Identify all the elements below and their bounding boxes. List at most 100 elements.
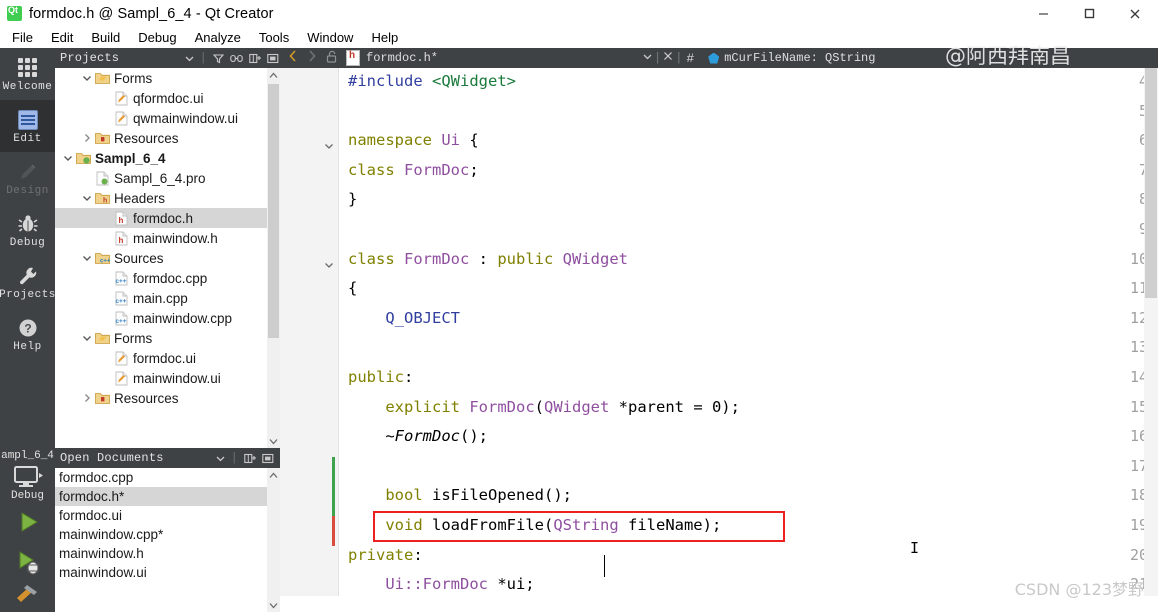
chevron-down-icon[interactable] [80, 73, 94, 83]
tree-item-mainwindow-cpp[interactable]: c++ mainwindow.cpp [55, 308, 280, 328]
start-debugging-button[interactable] [0, 542, 55, 582]
editor-file-tab[interactable]: formdoc.h* [346, 50, 438, 66]
link-icon[interactable] [230, 53, 243, 64]
qt-creator-window: formdoc.h @ Sampl_6_4 - Qt Creator FileE… [0, 0, 1158, 612]
project-tree[interactable]: Forms qformdoc.ui qwmainwindow.ui Resources… [55, 68, 280, 448]
filter-icon[interactable] [213, 53, 224, 64]
tree-item-formdoc-h[interactable]: h formdoc.h [55, 208, 280, 228]
open-document-item[interactable]: formdoc.h* [55, 487, 280, 506]
menu-item-debug[interactable]: Debug [129, 28, 185, 47]
close-icon[interactable] [663, 51, 673, 65]
open-document-item[interactable]: formdoc.cpp [55, 468, 280, 487]
menu-item-help[interactable]: Help [362, 28, 407, 47]
chevron-right-icon[interactable] [80, 393, 94, 403]
chevron-down-icon[interactable] [61, 153, 75, 163]
unlocked-icon[interactable] [326, 50, 338, 67]
tree-item-sampl-6-4-pro[interactable]: Sampl_6_4.pro [55, 168, 280, 188]
svg-text:h: h [119, 236, 124, 245]
mode-button-design: Design [0, 152, 55, 204]
menu-item-edit[interactable]: Edit [42, 28, 82, 47]
chevron-down-icon[interactable] [80, 333, 94, 343]
tree-item-sources[interactable]: c++ Sources [55, 248, 280, 268]
svg-text:c++: c++ [115, 318, 126, 325]
mouse-cursor-ibeam: I [910, 539, 920, 557]
editor-scrollbar[interactable] [1144, 68, 1158, 612]
maximize-icon[interactable] [1066, 0, 1112, 27]
mode-button-debug[interactable]: Debug [0, 204, 55, 256]
chevron-down-icon[interactable] [216, 454, 225, 463]
document-edit-icon [17, 108, 38, 132]
mode-button-welcome[interactable]: Welcome [0, 48, 55, 100]
kit-selector-bar: ampl_6_4 Debug [0, 446, 55, 612]
chevron-right-icon[interactable] [307, 50, 317, 66]
open-document-label: mainwindow.ui [59, 565, 147, 580]
split-add-icon[interactable] [249, 53, 261, 64]
mode-button-help[interactable]: ? Help [0, 308, 55, 360]
tree-item-mainwindow-ui[interactable]: mainwindow.ui [55, 368, 280, 388]
split-add-icon[interactable] [244, 453, 256, 464]
tree-item-qwmainwindow-ui[interactable]: qwmainwindow.ui [55, 108, 280, 128]
scroll-down-icon[interactable] [267, 598, 280, 612]
tree-item-resources[interactable]: Resources [55, 128, 280, 148]
menu-item-tools[interactable]: Tools [250, 28, 298, 47]
question-mark-icon: ? [17, 316, 39, 340]
pro-file-icon [94, 171, 111, 186]
mode-button-projects[interactable]: Projects [0, 256, 55, 308]
tree-item-label: Resources [114, 390, 179, 406]
chevron-down-icon[interactable] [80, 193, 94, 203]
open-documents-scrollbar[interactable] [267, 468, 280, 612]
red-highlight-box-line19 [373, 511, 785, 542]
tree-item-forms[interactable]: Forms [55, 68, 280, 88]
minimize-icon[interactable] [1020, 0, 1066, 27]
hash-icon[interactable]: # [684, 51, 696, 66]
scroll-down-icon[interactable] [267, 434, 280, 448]
tree-item-main-cpp[interactable]: c++ main.cpp [55, 288, 280, 308]
editor-symbol-selector[interactable]: mCurFileName: QString [696, 51, 875, 65]
menu-bar: File Edit Build Debug Analyze Tools Window Help [0, 27, 1158, 48]
open-document-item[interactable]: formdoc.ui [55, 506, 280, 525]
open-document-label: mainwindow.h [59, 546, 144, 561]
chevron-right-icon[interactable] [80, 133, 94, 143]
close-dock-icon[interactable] [262, 453, 274, 464]
menu-item-build[interactable]: Build [82, 28, 129, 47]
tree-item-forms[interactable]: Forms [55, 328, 280, 348]
tree-item-sampl-6-4[interactable]: Sampl_6_4 [55, 148, 280, 168]
projects-dock-title: Projects [60, 51, 120, 65]
tree-item-formdoc-cpp[interactable]: c++ formdoc.cpp [55, 268, 280, 288]
open-documents-dock: Open Documents | formdoc.cpp formdoc.h* fo… [55, 448, 280, 612]
open-document-item[interactable]: mainwindow.ui [55, 563, 280, 582]
menu-item-analyze[interactable]: Analyze [186, 28, 250, 47]
close-icon[interactable] [1112, 0, 1158, 27]
kit-project-name[interactable]: ampl_6_4 [0, 446, 55, 462]
chevron-down-icon[interactable] [185, 54, 194, 63]
tree-item-mainwindow-h[interactable]: h mainwindow.h [55, 228, 280, 248]
project-tree-scrollbar[interactable] [267, 68, 280, 448]
scroll-up-icon[interactable] [267, 68, 280, 82]
tree-item-qformdoc-ui[interactable]: qformdoc.ui [55, 88, 280, 108]
open-document-item[interactable]: mainwindow.cpp* [55, 525, 280, 544]
chevron-down-icon[interactable] [643, 51, 652, 65]
mode-button-edit[interactable]: Edit [0, 100, 55, 152]
open-documents-dock-header: Open Documents | [55, 448, 280, 468]
open-document-item[interactable]: mainwindow.h [55, 544, 280, 563]
tree-item-resources[interactable]: Resources [55, 388, 280, 408]
text-caret [604, 555, 605, 577]
menu-item-window[interactable]: Window [298, 28, 362, 47]
mode-button-label: Edit [13, 132, 42, 145]
chevron-down-icon[interactable] [80, 253, 94, 263]
code-editor[interactable]: 4#include <QWidget>56namespace Ui {7clas… [280, 68, 1158, 612]
monitor-icon[interactable] [0, 465, 55, 490]
close-dock-icon[interactable] [267, 53, 279, 64]
tree-item-formdoc-ui[interactable]: formdoc.ui [55, 348, 280, 368]
tree-item-headers[interactable]: h Headers [55, 188, 280, 208]
run-button[interactable] [0, 502, 55, 542]
scroll-up-icon[interactable] [267, 468, 280, 482]
mode-button-label: Help [13, 340, 42, 353]
open-documents-dock-title: Open Documents [60, 451, 164, 465]
chevron-left-icon[interactable] [288, 50, 298, 66]
menu-item-file[interactable]: File [3, 28, 42, 47]
build-button[interactable] [0, 582, 55, 604]
h-file-icon [346, 50, 360, 66]
bug-icon [17, 212, 39, 236]
projects-dock-header: Projects | [55, 48, 285, 68]
